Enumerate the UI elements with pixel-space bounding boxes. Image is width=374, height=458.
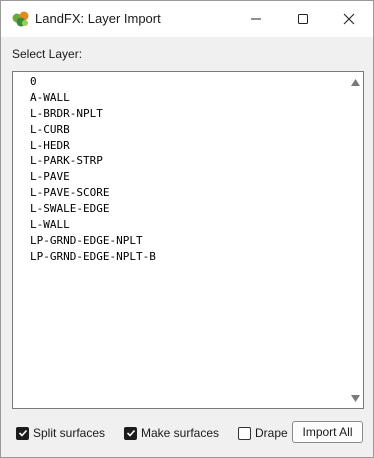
checkbox-box[interactable] [124,426,137,440]
layer-list-item[interactable]: L-WALL [30,217,156,233]
layer-list-item[interactable]: L-PAVE-SCORE [30,185,156,201]
select-layer-label: Select Layer: [12,47,83,61]
title-bar[interactable]: LandFX: Layer Import [1,1,373,37]
drape-label: Drape [255,426,288,440]
scroll-down-arrow-icon [350,394,360,402]
scroll-up-arrow-icon [350,78,360,86]
close-button[interactable] [326,1,372,37]
layer-import-dialog: LandFX: Layer Import Select Layer: 0 A-WA… [0,0,374,458]
layer-list[interactable]: 0 A-WALL L-BRDR-NPLT L-CURB L-HEDR L-PARK-STR… [30,74,156,265]
minimize-button[interactable] [233,1,279,37]
layer-list-item[interactable]: L-PARK-STRP [30,153,156,169]
checkmark-icon [126,429,135,437]
landfx-logo-icon [12,11,29,27]
scroll-down-button[interactable] [350,393,360,403]
layer-list-item[interactable]: LP-GRND-EDGE-NPLT-B [30,249,156,265]
drape-checkbox[interactable]: Drape [238,425,288,441]
options-row: Split surfaces Make surfaces Drape Impor… [1,421,373,443]
layer-list-item[interactable]: L-CURB [30,122,156,138]
import-all-button[interactable]: Import All [292,421,363,443]
checkbox-box[interactable] [16,426,29,440]
maximize-button[interactable] [280,1,326,37]
make-surfaces-label: Make surfaces [141,426,220,440]
layer-list-item[interactable]: LP-GRND-EDGE-NPLT [30,233,156,249]
layer-listbox[interactable]: 0 A-WALL L-BRDR-NPLT L-CURB L-HEDR L-PARK-STR… [12,71,364,409]
layer-list-item[interactable]: L-HEDR [30,138,156,154]
layer-list-item[interactable]: A-WALL [30,90,156,106]
layer-list-item[interactable]: 0 [30,74,156,90]
make-surfaces-checkbox[interactable]: Make surfaces [124,425,219,441]
checkbox-box[interactable] [238,426,251,440]
layer-list-item[interactable]: L-SWALE-EDGE [30,201,156,217]
close-icon [343,13,355,25]
split-surfaces-checkbox[interactable]: Split surfaces [16,425,105,441]
checkmark-icon [18,429,27,437]
minimize-icon [251,18,261,20]
maximize-icon [298,14,308,24]
window-title: LandFX: Layer Import [35,11,161,26]
split-surfaces-label: Split surfaces [33,426,106,440]
layer-list-item[interactable]: L-BRDR-NPLT [30,106,156,122]
scroll-up-button[interactable] [350,77,360,87]
layer-list-item[interactable]: L-PAVE [30,169,156,185]
